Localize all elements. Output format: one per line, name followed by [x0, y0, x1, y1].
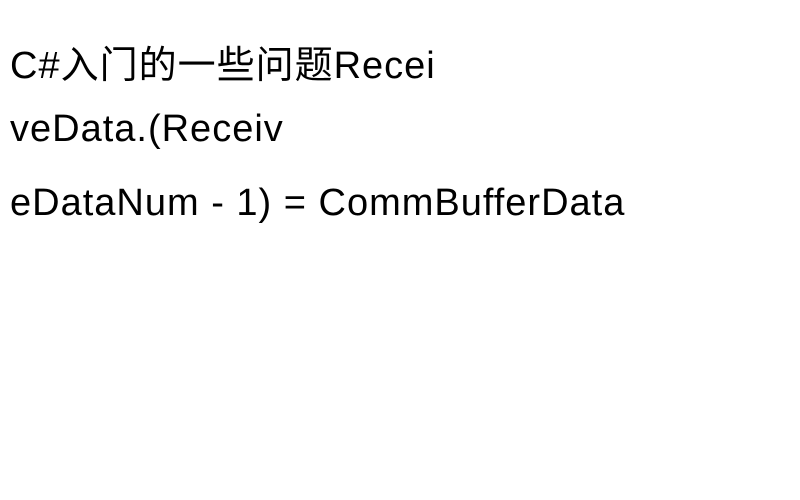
text-line-3: eDataNum - 1) = CommBufferData: [10, 182, 625, 225]
document-page: C#入门的一些问题Recei veData.(Receiv eDataNum -…: [0, 0, 800, 500]
text-line-1: C#入门的一些问题Recei: [10, 34, 436, 89]
text-line-2: veData.(Receiv: [10, 108, 284, 151]
